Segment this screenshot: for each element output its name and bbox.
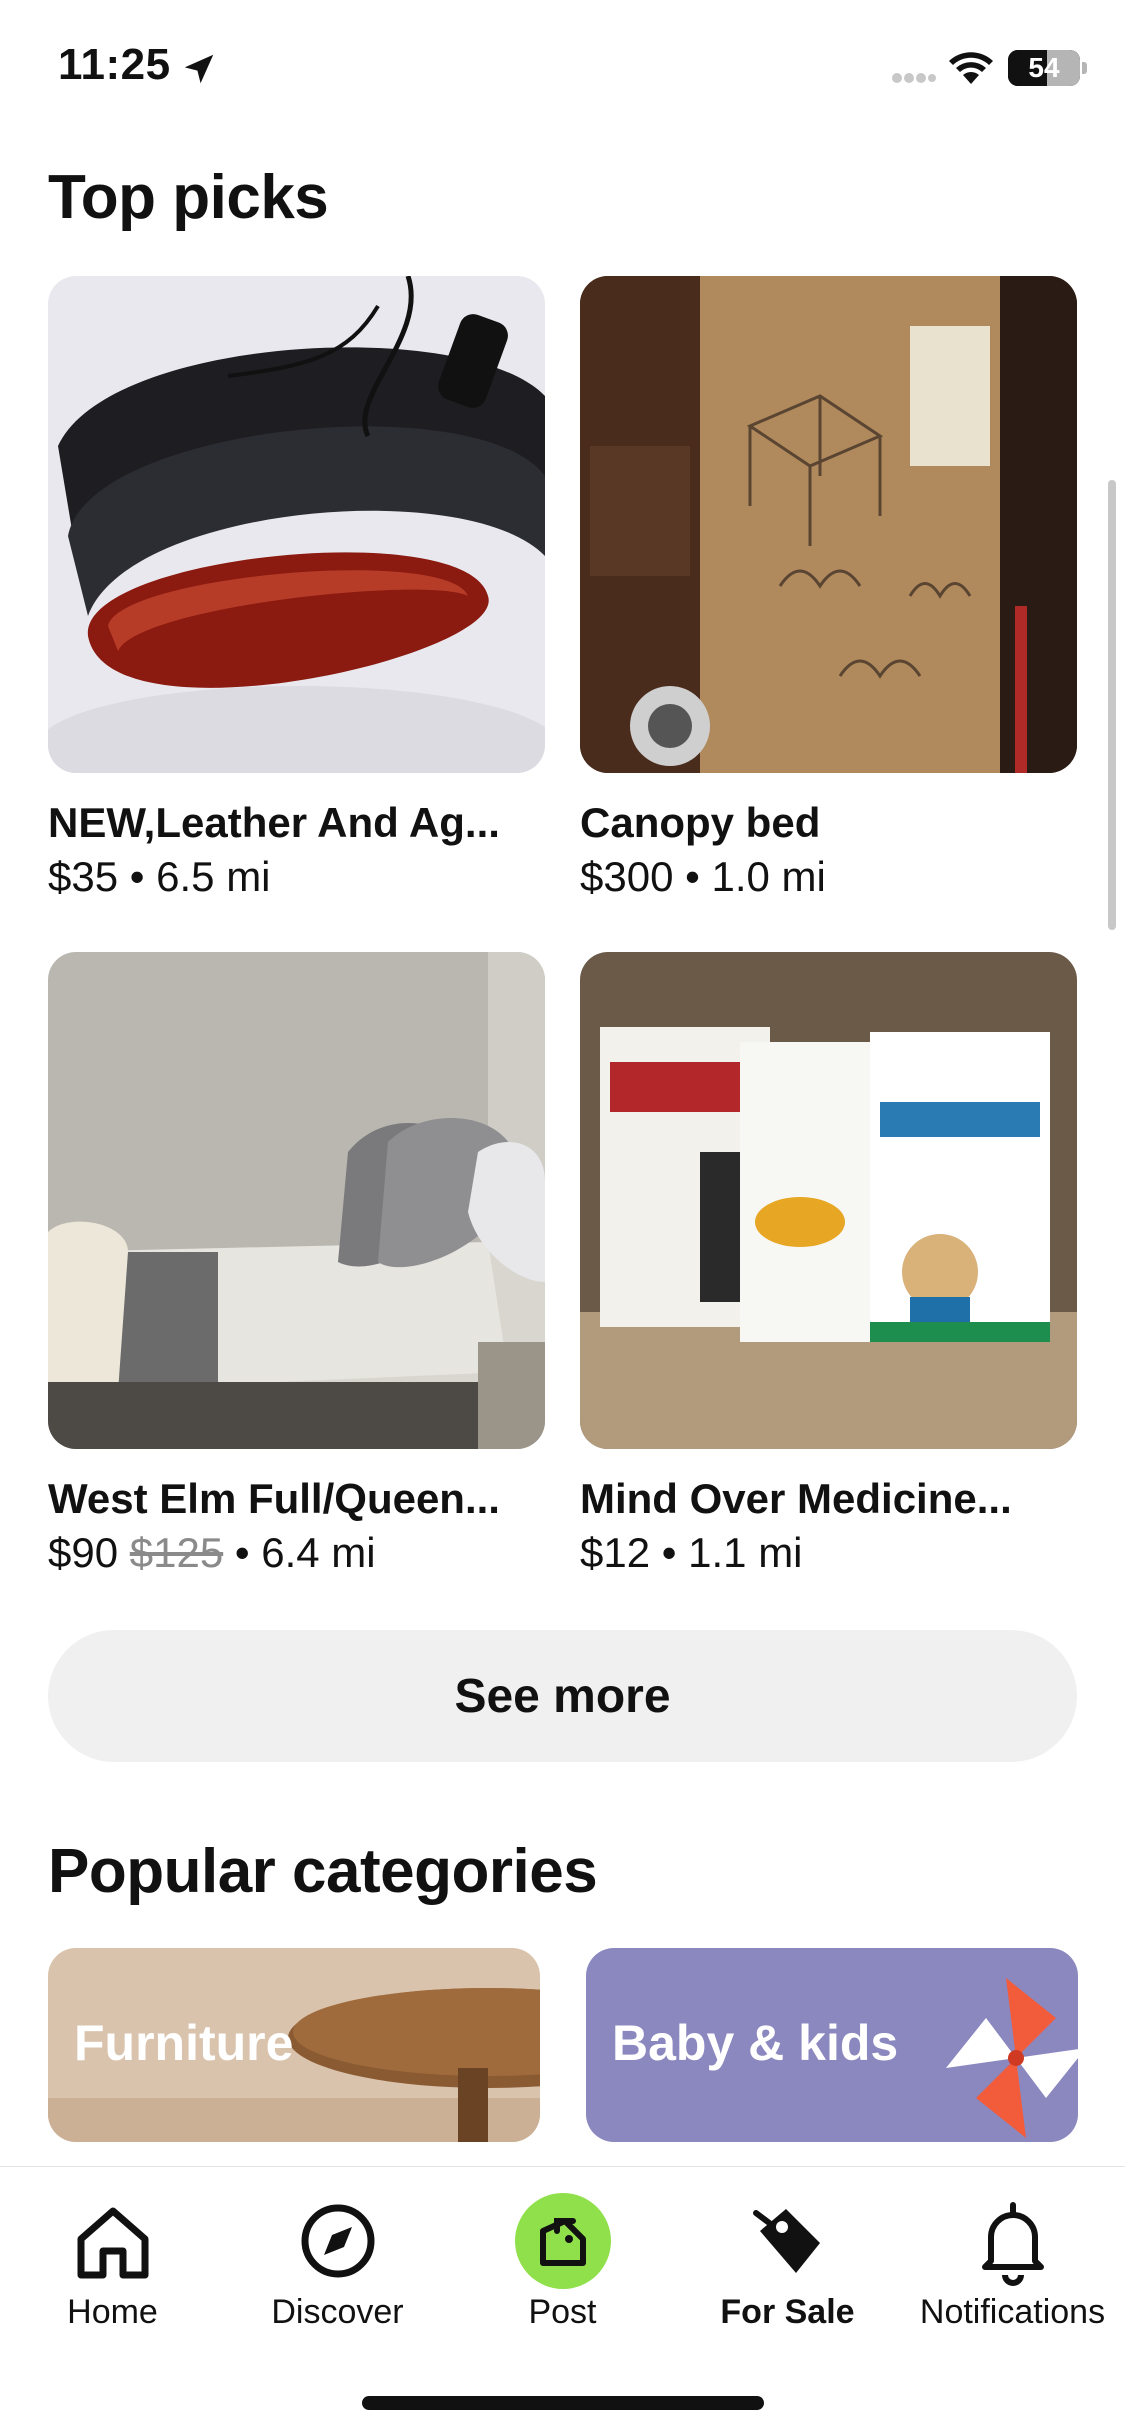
- product-title: NEW,Leather And Ag...: [48, 799, 500, 846]
- product-meta: $35 • 6.5 mi: [48, 853, 545, 901]
- home-indicator[interactable]: [362, 2396, 764, 2410]
- home-icon: [77, 2207, 148, 2279]
- post-tag-icon: [514, 2193, 611, 2289]
- location-arrow-icon: [184, 54, 214, 84]
- product-price: $35: [48, 853, 119, 900]
- product-original-price: $125: [129, 1529, 224, 1576]
- product-meta: $90 $125 • 6.4 mi: [48, 1529, 545, 1577]
- separator-dot: •: [661, 1529, 677, 1576]
- product-card[interactable]: Mind Over Medicine... $12 • 1.1 mi: [580, 952, 1077, 1577]
- category-label: Furniture: [74, 2015, 294, 2071]
- bed-photo: [48, 952, 545, 1449]
- category-baby-kids[interactable]: Baby & kids: [586, 1948, 1078, 2142]
- canopy-bed-box-photo: [580, 276, 1077, 773]
- product-distance: 6.4 mi: [261, 1529, 376, 1576]
- see-more-button[interactable]: See more: [48, 1630, 1077, 1762]
- battery-icon: 54: [1008, 50, 1080, 86]
- product-distance: 1.0 mi: [711, 853, 826, 900]
- cellular-signal-icon: [892, 73, 936, 83]
- product-card[interactable]: NEW,Leather And Ag... $35 • 6.5 mi: [48, 276, 545, 901]
- tab-post[interactable]: Post: [450, 2167, 675, 2357]
- product-card[interactable]: Canopy bed $300 • 1.0 mi: [580, 276, 1077, 901]
- status-time: 11:25: [58, 40, 171, 89]
- tab-label: Post: [528, 2293, 597, 2331]
- product-price: $90: [48, 1529, 119, 1576]
- compass-icon: [301, 2204, 374, 2278]
- product-image[interactable]: [580, 276, 1077, 773]
- product-image[interactable]: [48, 276, 545, 773]
- popular-categories-title: Popular categories: [48, 1837, 598, 1906]
- battery-nub: [1082, 62, 1087, 74]
- status-bar: 11:25 54: [0, 0, 1125, 140]
- wifi-icon: [949, 52, 993, 84]
- battery-percentage: 54: [1028, 52, 1060, 83]
- tab-home[interactable]: Home: [0, 2167, 225, 2357]
- scroll-indicator[interactable]: [1108, 480, 1116, 930]
- category-label: Baby & kids: [612, 2015, 899, 2071]
- product-distance: 1.1 mi: [688, 1529, 803, 1576]
- separator-dot: •: [685, 853, 700, 900]
- bracelet-photo: [48, 276, 545, 773]
- product-title: West Elm Full/Queen...: [48, 1475, 500, 1522]
- tab-discover[interactable]: Discover: [225, 2167, 450, 2357]
- tab-notifications[interactable]: Notifications: [900, 2167, 1125, 2357]
- books-photo: [580, 952, 1077, 1449]
- product-title: Canopy bed: [580, 799, 821, 846]
- tab-label: Home: [67, 2293, 158, 2331]
- product-price: $300: [580, 853, 674, 900]
- product-card[interactable]: West Elm Full/Queen... $90 $125 • 6.4 mi: [48, 952, 545, 1577]
- bell-icon: [981, 2202, 1044, 2286]
- tab-for-sale[interactable]: For Sale: [675, 2167, 900, 2357]
- product-title: Mind Over Medicine...: [580, 1475, 1012, 1522]
- product-meta: $12 • 1.1 mi: [580, 1529, 1077, 1577]
- product-meta: $300 • 1.0 mi: [580, 853, 1077, 901]
- price-tag-icon: [752, 2209, 820, 2273]
- tab-label: For Sale: [720, 2293, 855, 2331]
- top-picks-title: Top picks: [48, 163, 329, 232]
- product-price: $12: [580, 1529, 651, 1576]
- separator-dot: •: [234, 1529, 250, 1576]
- tab-label: Discover: [271, 2293, 404, 2331]
- separator-dot: •: [129, 853, 145, 900]
- product-image[interactable]: [48, 952, 545, 1449]
- product-image[interactable]: [580, 952, 1077, 1449]
- tab-label: Notifications: [919, 2293, 1106, 2331]
- product-distance: 6.5 mi: [156, 853, 271, 900]
- category-furniture[interactable]: Furniture: [48, 1948, 540, 2142]
